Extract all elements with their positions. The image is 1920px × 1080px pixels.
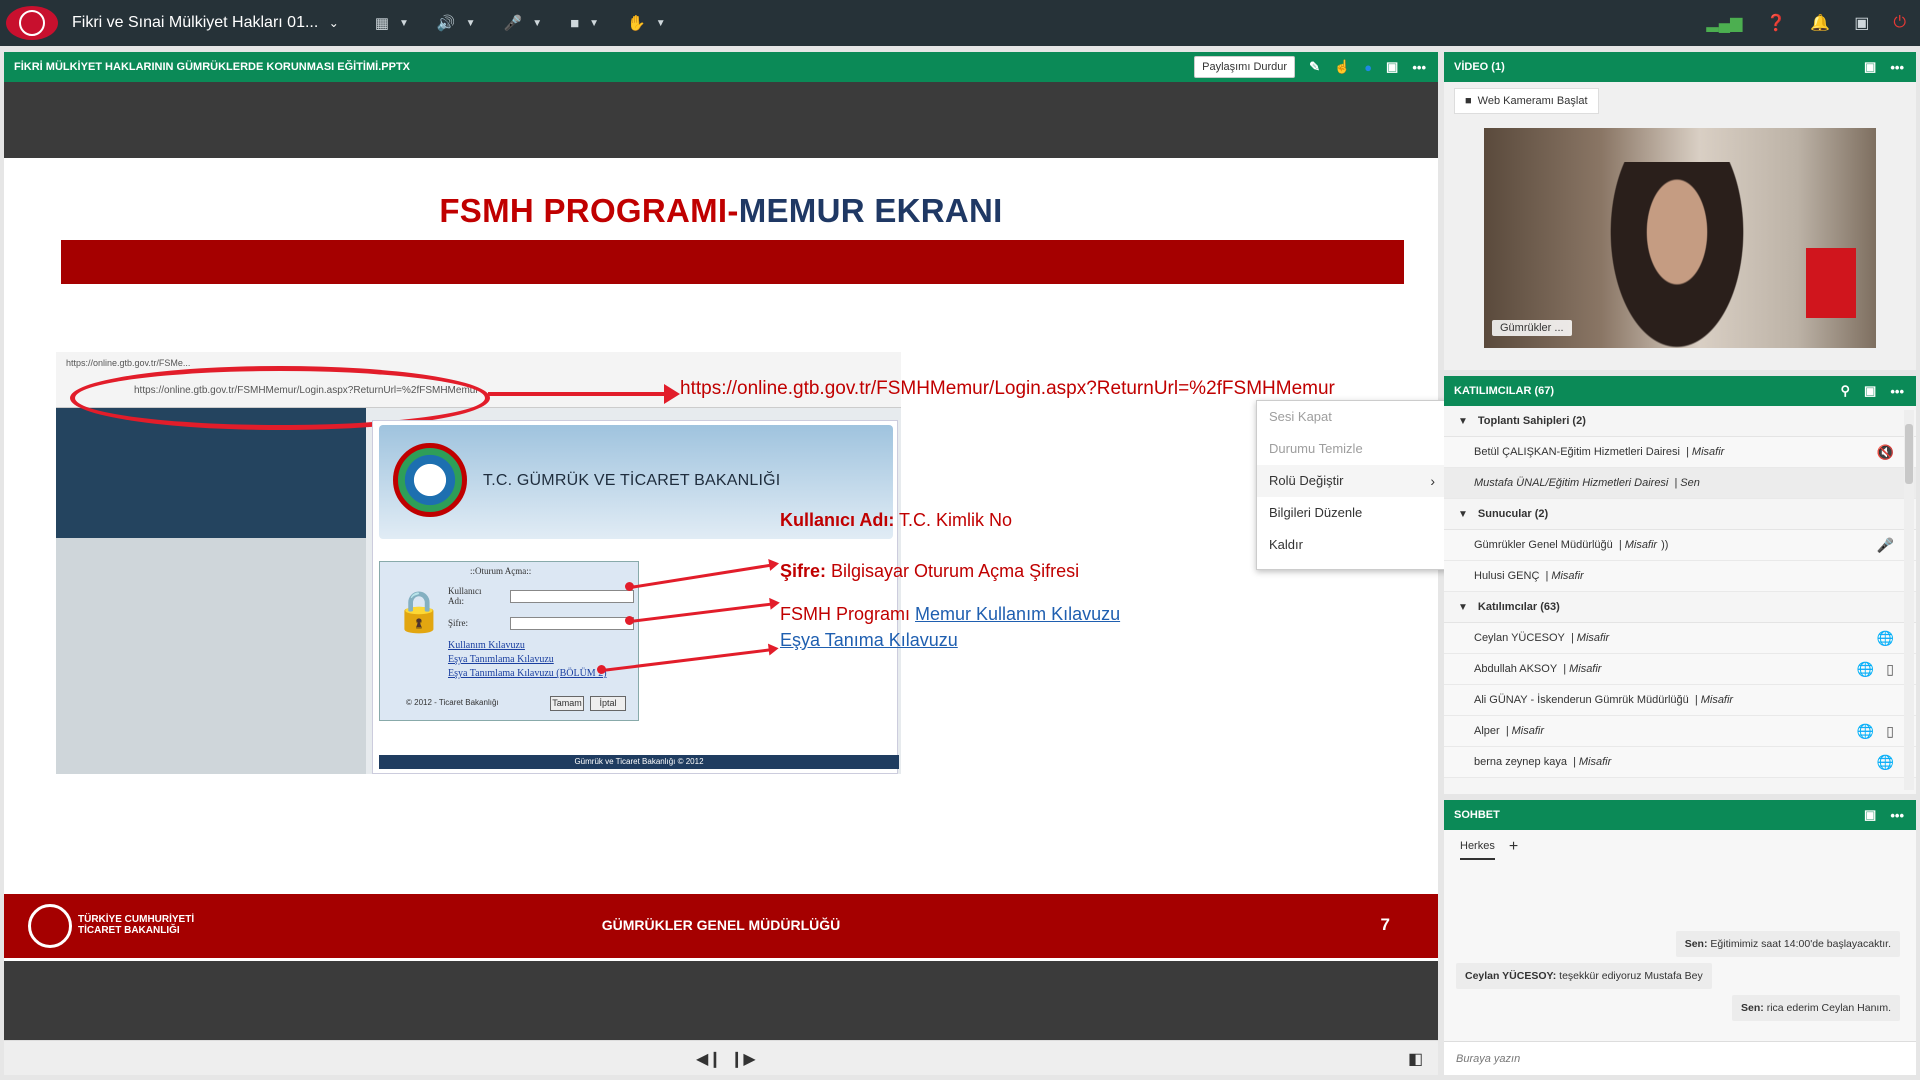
microphone-icon: 🎤 [1876, 536, 1894, 553]
chat-message: Sen: rica ederim Ceylan Hanım. [1732, 995, 1900, 1021]
maximize-icon[interactable]: ▣ [1864, 383, 1876, 399]
attendee-row[interactable]: Alper | Misafir 🌐 ▯ [1444, 716, 1916, 747]
group-hosts[interactable]: ▼ Toplantı Sahipleri (2) [1444, 406, 1916, 437]
mobile-icon: ▯ [1886, 722, 1894, 739]
url-arrow [488, 384, 680, 404]
chat-input[interactable]: Buraya yazın [1444, 1041, 1916, 1075]
microphone-muted-icon: 🔇 [1876, 443, 1894, 460]
login-box: 🔒 ::Oturum Açma:: Kullanıcı Adı: Şifre: … [379, 561, 639, 721]
camera-icon: ■ [1465, 95, 1472, 107]
previous-slide-icon[interactable]: ◀❙ [696, 1049, 722, 1069]
attendee-row[interactable]: berna zeynep kaya | Misafir 🌐 [1444, 747, 1916, 778]
bell-icon[interactable]: 🔔 [1810, 13, 1830, 33]
globe-icon: 🌐 [1856, 660, 1875, 677]
help-icon[interactable]: ❓ [1766, 13, 1786, 33]
slide-page-number: 7 [1380, 915, 1390, 934]
chevron-down-icon: ▼ [1458, 601, 1468, 613]
annotation-url: https://online.gtb.gov.tr/FSMHMemur/Logi… [680, 378, 1335, 399]
share-pod-footer: ◀❙ ❙▶ ◧ [4, 1040, 1438, 1075]
annotation-esya: Eşya Tanıma Kılavuzu [780, 630, 958, 650]
speaking-icon: )) [1661, 539, 1669, 551]
annotation-username: Kullanıcı Adı: T.C. Kimlik No [780, 510, 1013, 530]
globe-icon: 🌐 [1856, 722, 1875, 739]
webcam-feed: Gümrükler ... [1484, 128, 1876, 348]
power-icon[interactable]: ⏻ [1893, 14, 1906, 32]
next-slide-icon[interactable]: ❙▶ [730, 1049, 756, 1069]
chat-pod-title: SOHBET [1454, 809, 1500, 821]
ministry-emblem-icon [393, 443, 467, 517]
signal-icon: ▂▄▆ [1706, 15, 1743, 32]
mobile-icon: ▯ [1886, 660, 1894, 677]
chat-message: Ceylan YÜCESOY: teşekkür ediyoruz Mustaf… [1456, 963, 1712, 989]
video-pod-title: VİDEO (1) [1454, 61, 1505, 73]
ministry-logo [6, 6, 58, 40]
chevron-right-icon: › [1430, 473, 1435, 489]
fullscreen-icon[interactable]: ▣ [1854, 13, 1869, 33]
maximize-icon[interactable]: ▣ [1864, 59, 1876, 75]
share-pod: FİKRİ MÜLKİYET HAKLARININ GÜMRÜKLERDE KO… [4, 52, 1438, 1075]
annotation-password: Şifre: Bilgisayar Oturum Açma Şifresi [780, 561, 1080, 581]
menu-item-clear-status[interactable]: Durumu Temizle [1257, 433, 1447, 465]
feed-label: Gümrükler ... [1492, 320, 1572, 336]
globe-icon: 🌐 [1876, 629, 1894, 646]
top-bar: Fikri ve Sınai Mülkiyet Hakları 01... ⌄ … [0, 0, 1920, 46]
speaker-icon[interactable]: 🔊 ▼ [437, 14, 476, 32]
globe-icon: 🌐 [1876, 753, 1894, 770]
sync-icon[interactable]: ● [1364, 60, 1372, 75]
sidebar-toggle-icon[interactable]: ◧ [1408, 1049, 1423, 1069]
group-presenters[interactable]: ▼ Sunucular (2) [1444, 499, 1916, 530]
padlock-icon: 🔒 [394, 590, 444, 634]
group-participants[interactable]: ▼ Katılımcılar (63) [1444, 592, 1916, 623]
menu-item-remove[interactable]: Kaldır [1257, 529, 1447, 561]
meeting-title[interactable]: Fikri ve Sınai Mülkiyet Hakları 01... ⌄ [72, 14, 339, 32]
attendee-row[interactable]: Mustafa ÜNAL/Eğitim Hizmetleri Dairesi | … [1444, 468, 1916, 499]
more-options-icon[interactable]: ••• [1890, 60, 1904, 75]
apps-grid-icon[interactable]: ▦ ▼ [375, 14, 409, 32]
menu-item-mute[interactable]: Sesi Kapat [1257, 401, 1447, 433]
raise-hand-icon[interactable]: ✋ ▼ [627, 14, 666, 32]
stop-share-button[interactable]: Paylaşımı Durdur [1194, 56, 1296, 78]
more-options-icon[interactable]: ••• [1412, 60, 1426, 75]
attendees-pod: KATILIMCILAR (67) ⚲ ▣ ••• ▼ Toplantı Sahipl… [1444, 376, 1916, 794]
slide: FSMH PROGRAMI-MEMUR EKRANI https://onlin… [4, 158, 1438, 961]
add-tab-icon[interactable]: + [1509, 838, 1518, 856]
attendee-row[interactable]: Gümrükler Genel Müdürlüğü | Misafir)) 🎤 [1444, 530, 1916, 561]
attendee-row[interactable]: Betül ÇALIŞKAN-Eğitim Hizmetleri Dairesi… [1444, 437, 1916, 468]
chat-message: Sen: Eğitimimiz saat 14:00'de başlayacak… [1675, 931, 1900, 957]
search-icon[interactable]: ⚲ [1841, 383, 1851, 399]
camera-icon[interactable]: ■ ▼ [570, 15, 599, 32]
attendee-context-menu: Sesi Kapat Durumu Temizle Rolü Değiştir ›… [1256, 400, 1448, 570]
attendee-row[interactable]: Hulusi GENÇ | Misafir [1444, 561, 1916, 592]
menu-item-edit-info[interactable]: Bilgileri Düzenle [1257, 497, 1447, 529]
pencil-icon[interactable]: ✎ [1309, 59, 1320, 75]
chevron-down-icon: ▼ [1458, 508, 1468, 520]
chevron-down-icon: ▼ [1458, 415, 1468, 427]
attendee-row[interactable]: Abdullah AKSOY | Misafir 🌐 ▯ [1444, 654, 1916, 685]
attendee-row[interactable]: Ceylan YÜCESOY | Misafir 🌐 [1444, 623, 1916, 654]
attendees-scrollbar[interactable] [1904, 410, 1914, 790]
share-pod-header: FİKRİ MÜLKİYET HAKLARININ GÜMRÜKLERDE KO… [4, 52, 1438, 82]
tab-everyone[interactable]: Herkes [1460, 840, 1495, 860]
password-field [510, 617, 634, 630]
microphone-icon[interactable]: 🎤 ▼ [504, 14, 543, 32]
maximize-icon[interactable]: ▣ [1386, 59, 1398, 75]
slide-title: FSMH PROGRAMI-MEMUR EKRANI [439, 192, 1003, 229]
video-pod: VİDEO (1) ▣ ••• ■ Web Kameramı Başlat Gümr… [1444, 52, 1916, 370]
maximize-icon[interactable]: ▣ [1864, 807, 1876, 823]
start-webcam-button[interactable]: ■ Web Kameramı Başlat [1454, 88, 1599, 114]
attendee-row[interactable]: Ali GÜNAY - İskenderun Gümrük Müdürlüğü |… [1444, 685, 1916, 716]
attendees-pod-title: KATILIMCILAR (67) [1454, 385, 1555, 397]
pointer-icon[interactable]: ☝ [1334, 59, 1350, 75]
login-panel: T.C. GÜMRÜK VE TİCARET BAKANLIĞI 🔒 ::Otu… [372, 420, 899, 774]
more-options-icon[interactable]: ••• [1890, 384, 1904, 399]
title-bar-decoration [61, 240, 1404, 284]
share-pod-title: FİKRİ MÜLKİYET HAKLARININ GÜMRÜKLERDE KO… [14, 61, 410, 73]
chat-pod: SOHBET ▣ ••• Herkes + Sen: Eğitimimiz saa… [1444, 800, 1916, 1075]
annotation-program: FSMH Programı Memur Kullanım Kılavuzu [780, 604, 1121, 624]
flag-decoration [1806, 248, 1856, 318]
more-options-icon[interactable]: ••• [1890, 808, 1904, 823]
menu-item-change-role[interactable]: Rolü Değiştir › [1257, 465, 1447, 497]
slide-footer: TÜRKİYE CUMHURİYETİ TİCARET BAKANLIĞI GÜM… [4, 894, 1438, 958]
username-field [510, 590, 634, 603]
